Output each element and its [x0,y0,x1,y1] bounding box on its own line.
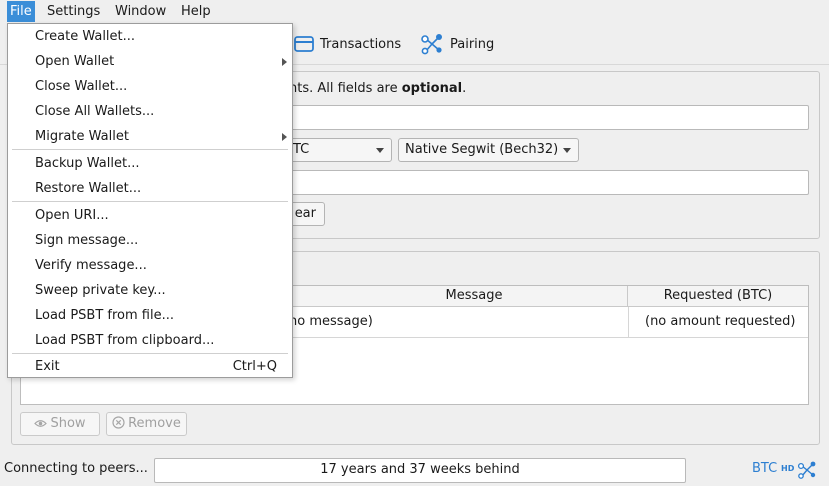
instruction-bold: optional [401,81,463,96]
menu-bar: File Settings Window Help [0,0,829,23]
menu-item-restore-wallet[interactable]: Restore Wallet... [8,176,292,201]
transactions-tab[interactable]: Transactions [294,31,401,57]
close-all-wallets-label: Close All Wallets... [35,104,155,119]
message-input[interactable] [282,170,809,195]
instruction-end: . [462,81,467,96]
menu-item-sweep-private-key[interactable]: Sweep private key... [8,278,292,303]
exit-label: Exit [35,359,60,374]
menu-separator [12,201,288,202]
menu-file[interactable]: File [7,1,35,22]
network-nodes-icon [421,34,442,55]
remove-button[interactable]: Remove [106,412,187,436]
menu-item-migrate-wallet[interactable]: Migrate Wallet [8,124,292,149]
menu-item-backup-wallet[interactable]: Backup Wallet... [8,151,292,176]
hd-indicator: HD [781,464,795,473]
menu-item-close-wallet[interactable]: Close Wallet... [8,74,292,99]
open-wallet-label: Open Wallet [35,54,115,69]
menu-settings[interactable]: Settings [44,1,103,22]
backup-wallet-label: Backup Wallet... [35,156,140,171]
eye-icon [34,420,48,427]
remove-circle-icon [112,416,125,429]
amount-unit-select[interactable]: TC [286,138,392,162]
row-message: no message) [289,314,373,329]
restore-wallet-label: Restore Wallet... [35,181,142,196]
label-input[interactable] [282,105,809,130]
column-divider [628,307,629,338]
create-wallet-label: Create Wallet... [35,29,136,44]
remove-label: Remove [128,416,181,431]
unit-value: TC [293,142,310,157]
sync-progress-text: 17 years and 37 weeks behind [320,462,520,477]
menu-help[interactable]: Help [178,1,214,22]
migrate-wallet-label: Migrate Wallet [35,129,129,144]
pairing-tab[interactable]: Pairing [420,31,494,57]
load-psbt-file-label: Load PSBT from file... [35,308,174,323]
file-menu-dropdown: Create Wallet... Open Wallet Close Walle… [7,23,293,378]
menu-item-load-psbt-clipboard[interactable]: Load PSBT from clipboard... [8,328,292,353]
verify-message-label: Verify message... [35,258,147,273]
chevron-right-icon [282,133,287,141]
sign-message-label: Sign message... [35,233,139,248]
menu-window[interactable]: Window [112,1,169,22]
address-type-select[interactable]: Native Segwit (Bech32) [398,138,579,162]
row-requested: (no amount requested) [645,314,796,329]
address-type-value: Native Segwit (Bech32) [405,142,559,157]
sweep-private-key-label: Sweep private key... [35,283,166,298]
chevron-down-icon [376,148,384,153]
close-wallet-label: Close Wallet... [35,79,128,94]
load-psbt-clipboard-label: Load PSBT from clipboard... [35,333,215,348]
menu-item-close-all-wallets[interactable]: Close All Wallets... [8,99,292,124]
show-label: Show [50,416,86,431]
transactions-label: Transactions [320,36,402,52]
form-instruction: nts. All fields are optional. [289,81,466,96]
exit-shortcut: Ctrl+Q [232,359,277,374]
menu-item-create-wallet[interactable]: Create Wallet... [8,24,292,49]
menu-item-verify-message[interactable]: Verify message... [8,253,292,278]
menu-item-open-wallet[interactable]: Open Wallet [8,49,292,74]
menu-separator [12,149,288,150]
instruction-text: nts. All fields are [289,81,402,96]
unit-indicator[interactable]: BTC [752,461,777,476]
column-requested[interactable]: Requested (BTC) [628,286,808,307]
pairing-label: Pairing [450,36,495,52]
menu-item-sign-message[interactable]: Sign message... [8,228,292,253]
show-button[interactable]: Show [20,412,100,436]
chevron-down-icon [563,148,571,153]
chevron-right-icon [282,58,287,66]
menu-item-open-uri[interactable]: Open URI... [8,203,292,228]
menu-item-exit[interactable]: Exit Ctrl+Q [8,354,292,379]
connection-status: Connecting to peers... [4,461,148,476]
menu-item-load-psbt-file[interactable]: Load PSBT from file... [8,303,292,328]
credit-card-icon [294,36,314,52]
open-uri-label: Open URI... [35,208,109,223]
sync-progress-bar: 17 years and 37 weeks behind [154,458,686,483]
network-activity-icon[interactable] [797,460,817,480]
